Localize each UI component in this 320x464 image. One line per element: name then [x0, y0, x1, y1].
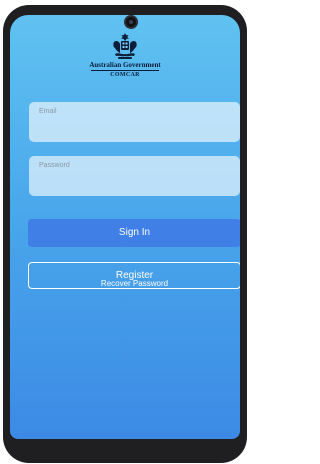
- email-field-label: Email: [39, 108, 57, 115]
- password-field-label: Password: [39, 162, 70, 169]
- password-input[interactable]: [39, 174, 229, 188]
- government-name: Australian Government: [89, 61, 161, 69]
- email-field[interactable]: Email: [29, 102, 240, 142]
- front-camera-icon: [124, 15, 138, 29]
- coat-of-arms-icon: [113, 33, 137, 59]
- login-screen: Australian Government COMCAR Email Passw…: [10, 15, 240, 439]
- sign-in-button[interactable]: Sign In: [28, 219, 240, 247]
- password-field[interactable]: Password: [29, 156, 240, 196]
- agency-name: COMCAR: [110, 72, 140, 78]
- recover-password-link[interactable]: Recover Password: [28, 269, 240, 288]
- email-input[interactable]: [39, 120, 229, 134]
- recover-password-label: Recover Password: [100, 279, 169, 288]
- device-frame: Australian Government COMCAR Email Passw…: [3, 5, 247, 463]
- branding-divider: [91, 70, 159, 71]
